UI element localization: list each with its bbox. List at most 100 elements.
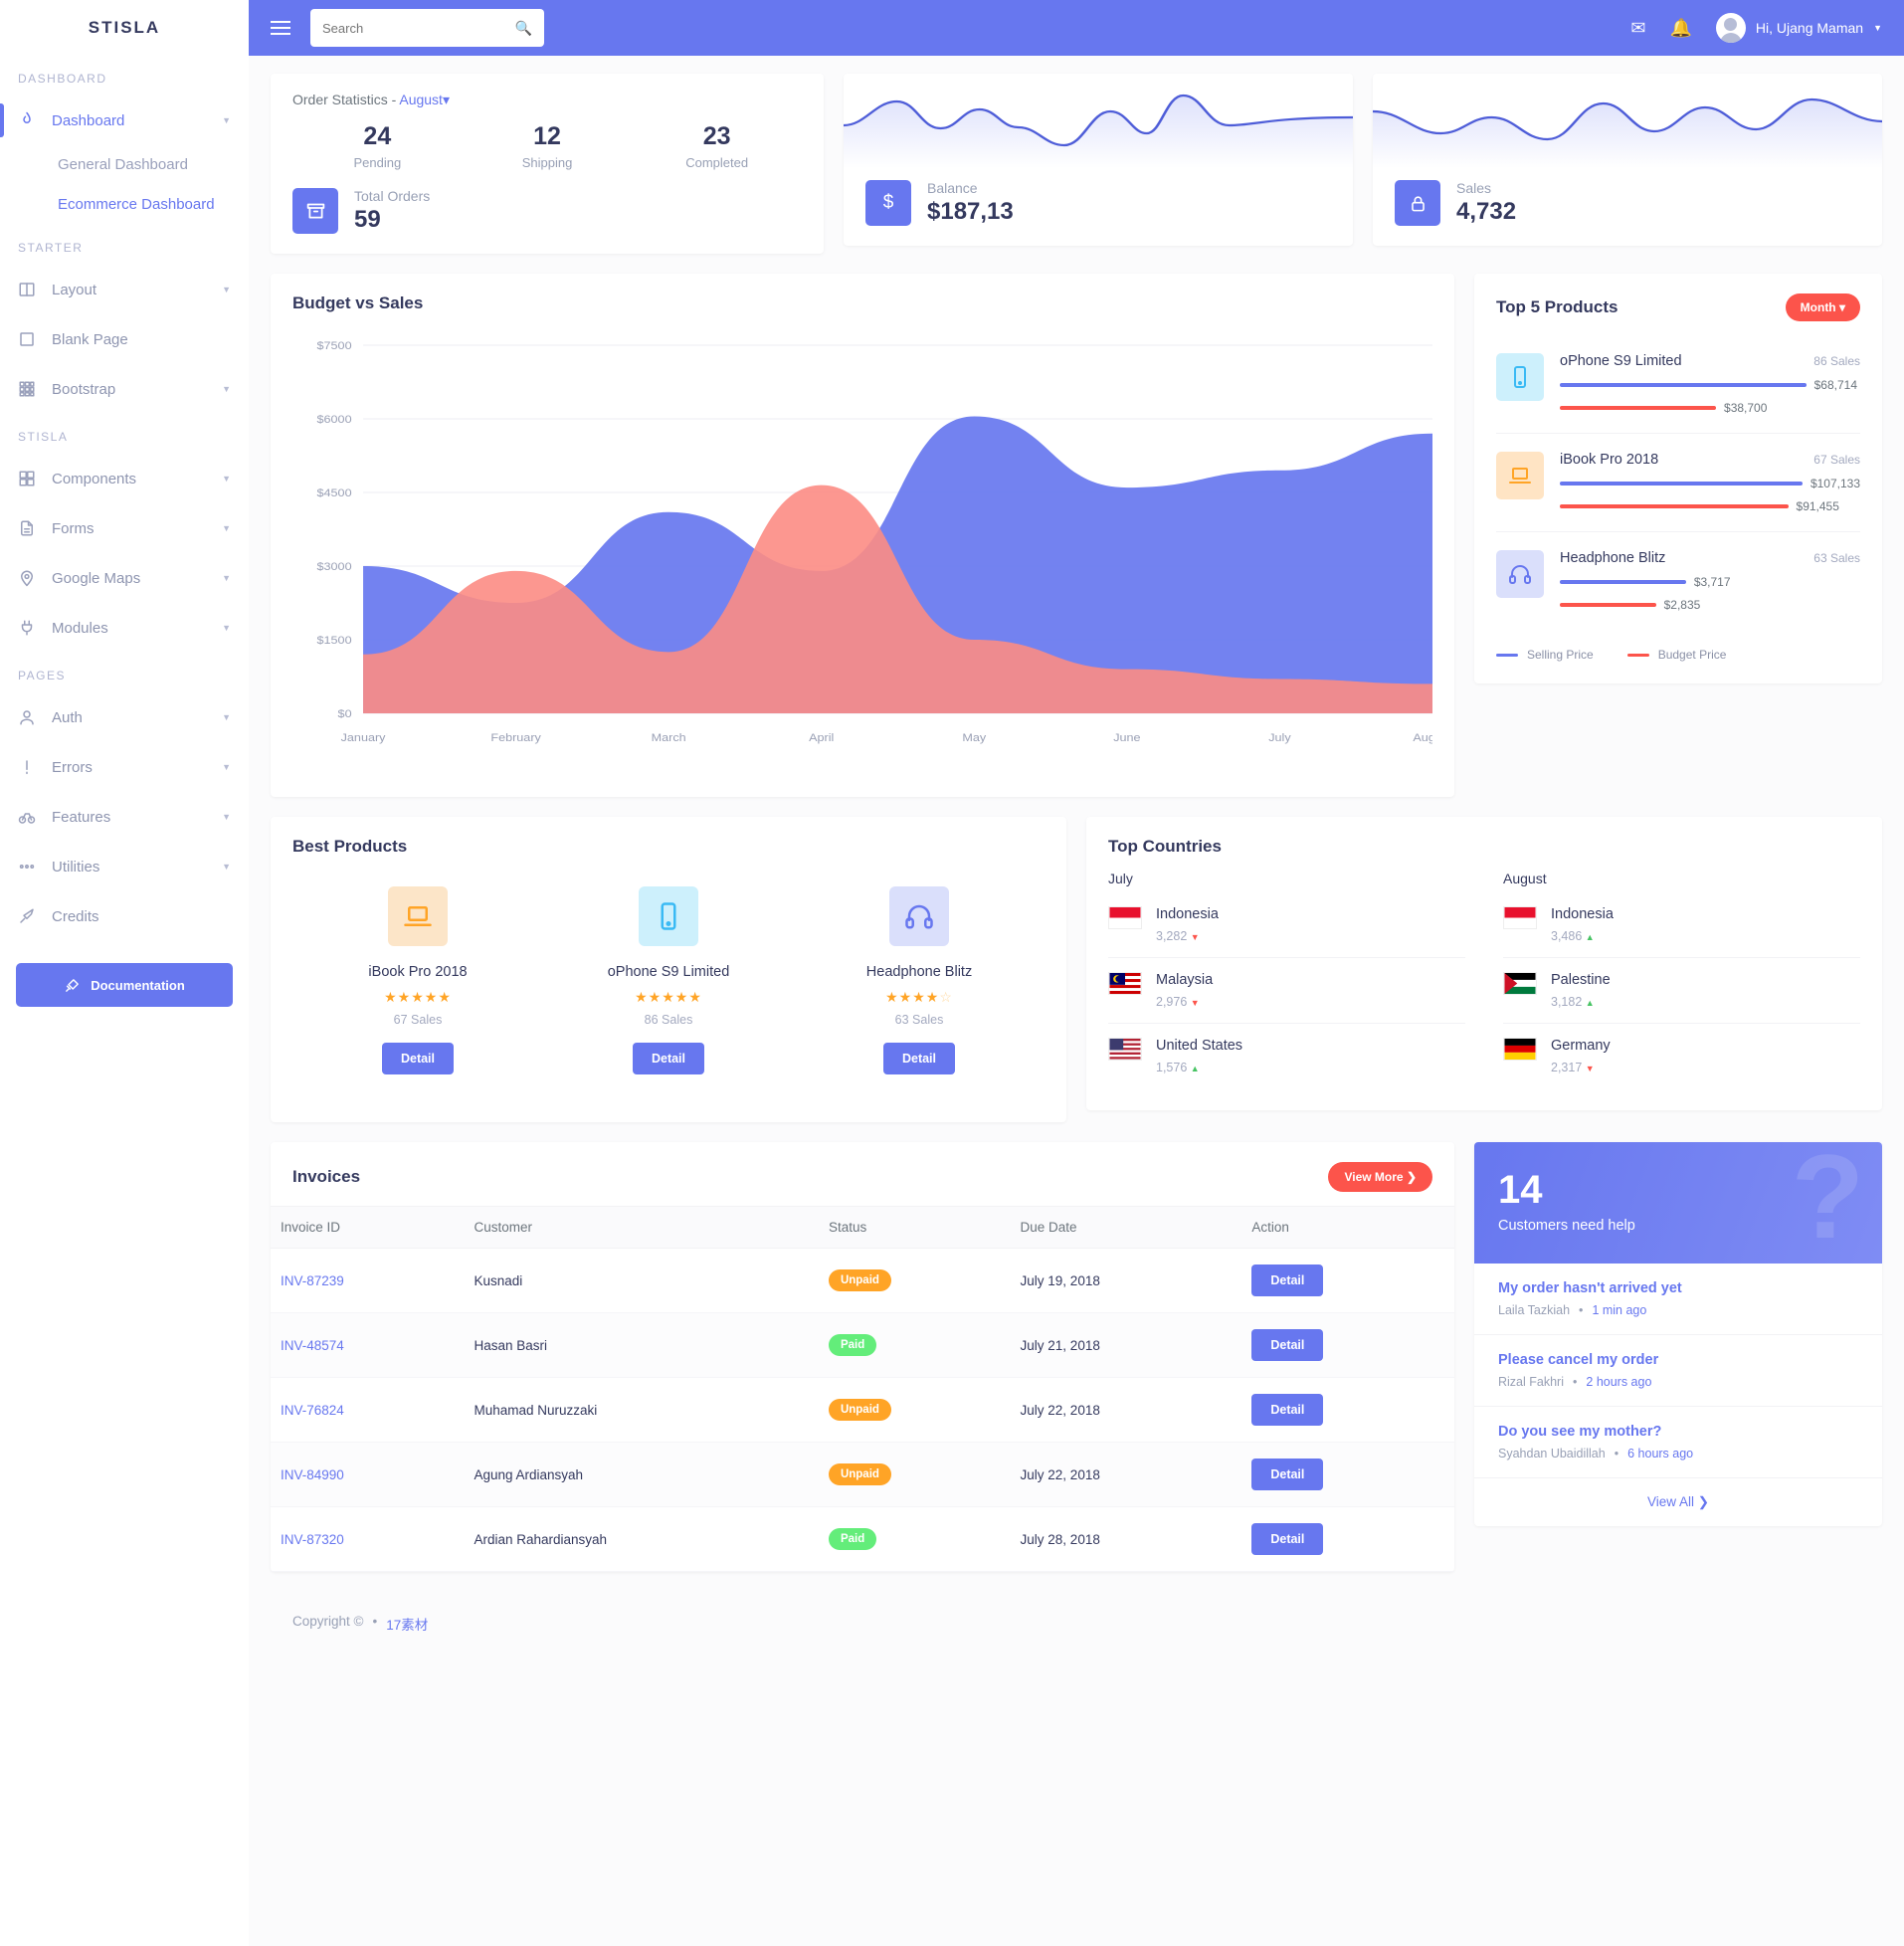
- country-row: Malaysia 2,976 ▼: [1108, 958, 1465, 1024]
- svg-text:June: June: [1113, 731, 1141, 744]
- sidebar-item-google-maps[interactable]: Google Maps ▼: [0, 553, 249, 603]
- order-stat: 24 Pending: [292, 122, 463, 170]
- sidebar-item-forms[interactable]: Forms ▼: [0, 503, 249, 553]
- brand-logo[interactable]: STISLA: [0, 0, 249, 56]
- svg-text:$3000: $3000: [317, 560, 352, 573]
- detail-button[interactable]: Detail: [632, 1043, 705, 1074]
- svg-text:$4500: $4500: [317, 486, 352, 499]
- sidebar-item-bootstrap[interactable]: Bootstrap ▼: [0, 364, 249, 414]
- documentation-button[interactable]: Documentation: [16, 963, 233, 1007]
- best-product-sales: 63 Sales: [894, 1013, 944, 1027]
- chevron-down-icon: ▼: [222, 384, 231, 394]
- detail-button[interactable]: Detail: [1251, 1265, 1324, 1296]
- columns-icon: [19, 283, 35, 296]
- documentation-label: Documentation: [91, 977, 185, 993]
- sidebar-item-layout[interactable]: Layout ▼: [0, 265, 249, 314]
- detail-button[interactable]: Detail: [1251, 1329, 1324, 1361]
- mail-icon[interactable]: ✉: [1630, 18, 1645, 39]
- country-value: 1,576 ▲: [1156, 1061, 1200, 1074]
- total-orders-label: Total Orders: [354, 188, 431, 204]
- search-box[interactable]: 🔍: [310, 9, 544, 47]
- sidebar: STISLA DASHBOARD Dashboard ▼ General Dashbo…: [0, 0, 249, 1946]
- best-product-name: iBook Pro 2018: [368, 964, 468, 980]
- table-column-header: Invoice ID: [271, 1206, 465, 1249]
- sidebar-item-blank-page[interactable]: Blank Page: [0, 314, 249, 364]
- table-row: INV-48574 Hasan Basri Paid July 21, 2018 Det…: [271, 1312, 1454, 1378]
- sidebar-item-utilities[interactable]: Utilities ▼: [0, 842, 249, 891]
- sidebar-item-label: Components: [52, 470, 137, 487]
- status-badge: Paid: [828, 1334, 877, 1356]
- plug-icon: [18, 619, 52, 637]
- sidebar-subitem-ecommerce-dashboard[interactable]: Ecommerce Dashboard: [0, 185, 249, 225]
- menu-toggle-icon[interactable]: [271, 21, 290, 35]
- order-statistics-title: Order Statistics - August▾: [292, 92, 450, 107]
- help-item[interactable]: My order hasn't arrived yet Laila Tazkiah…: [1474, 1264, 1882, 1335]
- sidebar-item-components[interactable]: Components ▼: [0, 454, 249, 503]
- sidebar-item-modules[interactable]: Modules ▼: [0, 603, 249, 653]
- square-icon: [20, 332, 34, 346]
- view-more-button[interactable]: View More ❯: [1328, 1162, 1432, 1192]
- avatar: [1715, 13, 1746, 43]
- view-all-label: View All: [1646, 1494, 1694, 1509]
- os-month-dropdown[interactable]: August: [399, 92, 443, 107]
- flag-id-icon: [1108, 906, 1142, 929]
- sidebar-subitem-general-dashboard[interactable]: General Dashboard: [0, 145, 249, 185]
- flag-ps-icon: [1503, 972, 1537, 995]
- sidebar-item-errors[interactable]: Errors ▼: [0, 742, 249, 792]
- order-stat: 23 Completed: [632, 122, 802, 170]
- rating-stars: ★★★★★: [384, 989, 452, 1005]
- bell-icon[interactable]: 🔔: [1670, 18, 1692, 39]
- svg-text:April: April: [809, 731, 834, 744]
- search-icon[interactable]: 🔍: [515, 20, 532, 37]
- view-more-label: View More: [1344, 1170, 1404, 1184]
- sidebar-item-features[interactable]: Features ▼: [0, 792, 249, 842]
- footer-link[interactable]: 17素材: [386, 1614, 428, 1634]
- invoice-id-link[interactable]: INV-84990: [281, 1467, 344, 1482]
- svg-text:July: July: [1268, 731, 1291, 744]
- detail-button[interactable]: Detail: [1251, 1394, 1324, 1426]
- budget-price-bar: $2,835: [1560, 598, 1860, 612]
- sidebar-item-label: Auth: [52, 708, 83, 726]
- chevron-down-icon: ▼: [222, 712, 231, 722]
- country-value: 3,486 ▲: [1551, 929, 1595, 943]
- status-badge: Unpaid: [828, 1269, 891, 1291]
- topbar: 🔍 ✉ 🔔 Hi, Ujang Maman ▼: [249, 0, 1904, 56]
- invoice-id-link[interactable]: INV-48574: [281, 1338, 344, 1353]
- order-stat-value: 24: [363, 122, 392, 150]
- sidebar-item-auth[interactable]: Auth ▼: [0, 692, 249, 742]
- os-title-prefix: Order Statistics -: [292, 92, 400, 107]
- sales-sparkline: [1373, 97, 1882, 168]
- sidebar-section-title: STISLA: [18, 430, 69, 444]
- chevron-down-icon: ▼: [222, 523, 231, 533]
- top-product-name: oPhone S9 Limited: [1560, 353, 1682, 369]
- user-menu[interactable]: Hi, Ujang Maman ▼: [1715, 13, 1882, 43]
- invoice-id-link[interactable]: INV-87239: [281, 1273, 344, 1288]
- detail-button[interactable]: Detail: [381, 1043, 455, 1074]
- detail-button[interactable]: Detail: [882, 1043, 956, 1074]
- sidebar-item-dashboard[interactable]: Dashboard ▼: [0, 96, 249, 145]
- blocks-icon: [19, 471, 35, 486]
- period-dropdown[interactable]: Month ▾: [1785, 293, 1860, 321]
- detail-button[interactable]: Detail: [1251, 1459, 1324, 1490]
- customer-name: Kusnadi: [464, 1248, 819, 1313]
- invoice-id-link[interactable]: INV-76824: [281, 1403, 344, 1418]
- map-pin-icon: [18, 569, 52, 587]
- fire-icon: [18, 111, 52, 129]
- country-name: Indonesia: [1551, 906, 1614, 922]
- selling-price-value: $68,714: [1813, 378, 1858, 392]
- search-input[interactable]: [322, 20, 515, 36]
- svg-text:$7500: $7500: [317, 339, 352, 352]
- help-item[interactable]: Do you see my mother? Syahdan Ubaidillah •…: [1474, 1407, 1882, 1478]
- view-all-button[interactable]: View All ❯: [1474, 1478, 1882, 1526]
- detail-button[interactable]: Detail: [1251, 1523, 1324, 1555]
- customer-help-card: ? 14 Customers need help My order hasn't…: [1474, 1142, 1882, 1526]
- svg-text:$0: $0: [338, 707, 352, 720]
- grid-icon: [19, 381, 35, 397]
- top-product-sales: 63 Sales: [1813, 551, 1860, 565]
- flag-de-icon: [1503, 1038, 1537, 1061]
- help-item[interactable]: Please cancel my order Rizal Fakhri • 2 hou…: [1474, 1335, 1882, 1407]
- sidebar-item-label: Google Maps: [52, 569, 141, 587]
- svg-text:January: January: [341, 731, 386, 744]
- invoice-id-link[interactable]: INV-87320: [281, 1532, 344, 1547]
- sidebar-item-credits[interactable]: Credits: [0, 891, 249, 941]
